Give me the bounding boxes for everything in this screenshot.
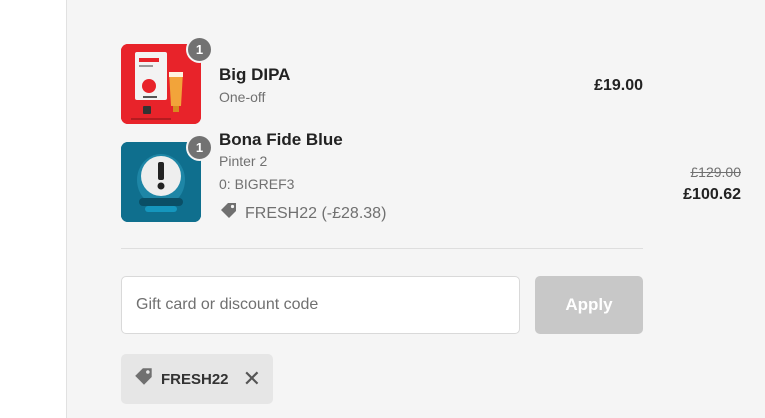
discount-code-input[interactable] <box>121 276 520 334</box>
discount-label: FRESH22 (-£28.38) <box>245 204 387 222</box>
product-property: 0: BIGREF3 <box>219 176 295 192</box>
line-discount: FRESH22 (-£28.38) <box>219 202 386 225</box>
apply-button[interactable]: Apply <box>535 276 643 334</box>
product-name: Bona Fide Blue <box>219 130 343 149</box>
product-variant: Pinter 2 <box>219 153 268 169</box>
line-item-big-dipa: 1 Big DIPA One-off £19.00 <box>121 36 643 126</box>
applied-code-label: FRESH22 <box>161 370 229 388</box>
line-price: £100.62 <box>683 186 741 203</box>
applied-discount-chip: FRESH22 ✕ <box>121 354 273 404</box>
order-summary: 1 Big DIPA One-off £19.00 1 Bona Fide Bl… <box>67 0 765 418</box>
tag-icon <box>219 202 239 225</box>
close-icon[interactable]: ✕ <box>243 368 261 390</box>
tag-icon <box>133 367 155 391</box>
line-price: £19.00 <box>594 77 643 94</box>
quantity-badge: 1 <box>186 134 213 161</box>
product-name: Big DIPA <box>219 65 291 84</box>
left-pane <box>0 0 66 418</box>
original-price: £129.00 <box>690 164 741 180</box>
product-variant: One-off <box>219 89 266 105</box>
section-divider <box>121 248 643 249</box>
quantity-badge: 1 <box>186 36 213 63</box>
